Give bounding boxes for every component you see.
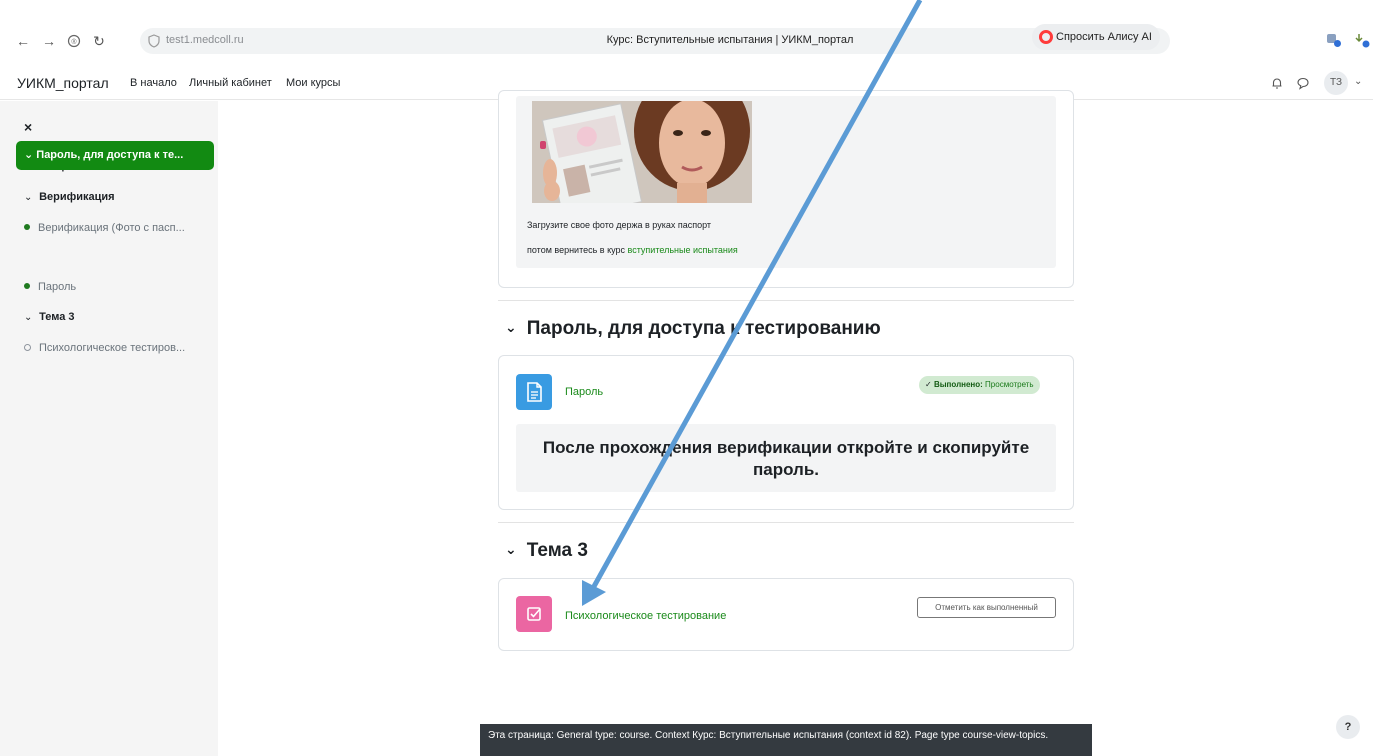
browser-toolbar: ← → ® ↻ test1.medcoll.ru Курс: Вступител… [0, 24, 1373, 60]
nav-dashboard[interactable]: Личный кабинет [189, 77, 272, 89]
completion-dot-icon [24, 283, 30, 290]
nav-home[interactable]: В начало [130, 77, 177, 89]
completion-dot-icon [24, 224, 30, 231]
course-link[interactable]: вступительные испытания [628, 245, 738, 255]
chevron-down-icon: ⌄ [24, 192, 33, 203]
chevron-down-icon[interactable]: ⌄ [1354, 76, 1362, 87]
help-button[interactable]: ? [1336, 715, 1360, 739]
nav-my-courses[interactable]: Мои курсы [286, 77, 340, 89]
psych-test-activity-link[interactable]: Психологическое тестирование [565, 610, 726, 622]
shield-icon [148, 34, 160, 48]
sidebar-item-verification-photo[interactable]: Верификация (Фото с пасп... [24, 222, 185, 234]
forward-arrow-icon[interactable]: → [38, 30, 60, 52]
sidebar-item-password[interactable]: Пароль [24, 281, 76, 293]
bell-icon[interactable] [1270, 76, 1284, 90]
page-title: Курс: Вступительные испытания | УИКМ_пор… [606, 34, 854, 46]
download-icon[interactable] [1354, 32, 1370, 48]
verification-instruction: Загрузите свое фото держа в руках паспор… [527, 220, 712, 230]
ask-alice-button[interactable]: Спросить Алису AI [1032, 24, 1160, 50]
section-divider [498, 522, 1074, 523]
chevron-down-icon: ⌄ [505, 319, 517, 335]
protect-icon[interactable]: ® [63, 30, 85, 52]
reload-icon[interactable]: ↻ [88, 30, 110, 52]
close-icon[interactable]: × [24, 119, 32, 135]
incomplete-dot-icon [24, 343, 31, 351]
svg-text:®: ® [71, 38, 77, 46]
screen: ← → ® ↻ test1.medcoll.ru Курс: Вступител… [0, 0, 1373, 756]
extension-icon[interactable] [1326, 32, 1342, 48]
url-text[interactable]: test1.medcoll.ru [166, 34, 244, 46]
chevron-down-icon: ⌄ [24, 312, 33, 323]
sidebar-section-password-active[interactable]: ⌄ Пароль, для доступа к те... [16, 141, 214, 170]
chevron-down-icon: ⌄ [505, 541, 517, 557]
sidebar-section-verification[interactable]: ⌄ Верификация [24, 191, 115, 203]
site-brand[interactable]: УИКМ_портал [17, 75, 109, 91]
alice-icon [1039, 30, 1053, 44]
check-icon: ✓ [925, 380, 932, 389]
address-bar[interactable]: test1.medcoll.ru Курс: Вступительные исп… [140, 28, 1170, 54]
chat-icon[interactable] [1296, 76, 1310, 90]
ask-alice-label: Спросить Алису AI [1056, 31, 1152, 43]
avatar[interactable]: ТЗ [1324, 71, 1348, 95]
sidebar-item-psych-test[interactable]: Психологическое тестиров... [24, 342, 185, 354]
password-instruction: После прохождения верификации откройте и… [516, 424, 1056, 492]
page-resource-icon [516, 374, 552, 410]
verification-return-text: потом вернитесь в курс вступительные исп… [527, 245, 738, 255]
back-arrow-icon[interactable]: ← [12, 30, 34, 52]
assignment-icon [516, 596, 552, 632]
section-topic3-heading[interactable]: ⌄ Тема 3 [505, 540, 588, 562]
password-activity-link[interactable]: Пароль [565, 386, 603, 398]
chevron-down-icon: ⌄ [24, 149, 34, 161]
completion-badge[interactable]: ✓ Выполнено: Просмотреть [919, 376, 1040, 394]
sidebar-section-topic3[interactable]: ⌄ Тема 3 [24, 311, 75, 323]
section-divider [498, 300, 1074, 301]
mark-as-done-button[interactable]: Отметить как выполненный [917, 597, 1056, 618]
page-info-footer: Эта страница: General type: course. Cont… [480, 724, 1092, 756]
passport-photo [532, 101, 752, 203]
section-password-heading[interactable]: ⌄ Пароль, для доступа к тестированию [505, 318, 881, 340]
